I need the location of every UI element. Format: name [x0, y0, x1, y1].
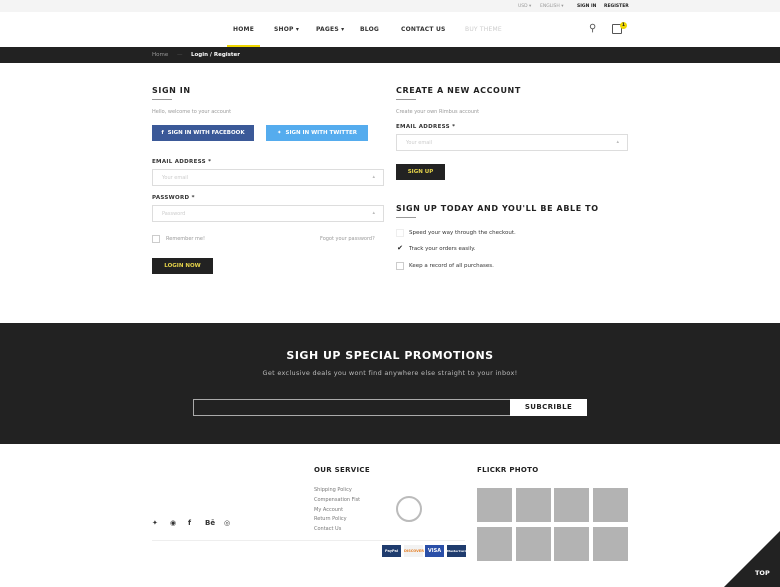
benefit-item: Speed your way through the checkout.	[409, 230, 516, 236]
search-icon[interactable]: ⚲	[589, 23, 596, 34]
pinterest-icon[interactable]: ◉	[170, 519, 176, 527]
sign-up-button[interactable]: SIGN UP	[396, 164, 445, 180]
promo-title: SIGH UP SPECIAL PROMOTIONS	[286, 349, 494, 362]
breadcrumb-home[interactable]: Home	[152, 52, 168, 58]
twitter-icon: ✦	[277, 130, 282, 136]
flickr-thumbnail[interactable]	[593, 527, 628, 561]
clock-icon	[396, 496, 422, 522]
footer-divider	[152, 540, 465, 541]
discover-icon: DISCOVER	[404, 545, 424, 557]
footer-link[interactable]: My Account	[314, 507, 343, 513]
flickr-thumbnail[interactable]	[554, 488, 589, 522]
sign-in-link[interactable]: SIGN IN	[577, 4, 596, 9]
create-email-input[interactable]: Your email	[396, 134, 628, 151]
dribbble-icon[interactable]: ◎	[224, 519, 230, 527]
facebook-icon[interactable]: f	[188, 519, 191, 527]
mastercard-icon: MasterCard	[447, 545, 467, 557]
flickr-thumbnail[interactable]	[516, 488, 551, 522]
footer-link[interactable]: Shipping Policy	[314, 487, 352, 493]
visa-icon: VISA	[425, 545, 444, 557]
create-account-subtitle: Create your own Rimbus account	[396, 109, 480, 115]
signin-password-input[interactable]: Password	[152, 205, 384, 222]
our-service-title: OUR SERVICE	[314, 466, 370, 474]
nav-pages[interactable]: PAGES ▾	[316, 26, 344, 33]
footer-link[interactable]: Compensation Fist	[314, 497, 360, 503]
language-select[interactable]: ENGLISH ▾	[540, 4, 563, 9]
flickr-title: FLICKR PHOTO	[477, 466, 539, 474]
sign-in-title: SIGN IN	[152, 86, 191, 100]
signin-email-input[interactable]: Your email	[152, 169, 384, 186]
paypal-icon: PayPal	[382, 545, 401, 557]
flickr-thumbnail[interactable]	[477, 527, 512, 561]
twitter-signin-button[interactable]: ✦ SIGN IN WITH TWITTER	[266, 125, 368, 141]
register-link[interactable]: REGISTER	[604, 4, 629, 9]
nav-shop[interactable]: SHOP ▾	[274, 26, 299, 33]
facebook-icon: f	[161, 130, 164, 136]
facebook-signin-button[interactable]: f SIGN IN WITH FACEBOOK	[152, 125, 254, 141]
flickr-thumbnail[interactable]	[554, 527, 589, 561]
newsletter-email-input[interactable]	[193, 399, 511, 416]
create-account-title: CREATE A NEW ACCOUNT	[396, 86, 521, 100]
benefits-title: SIGN UP TODAY AND YOU'LL BE ABLE TO	[396, 204, 599, 218]
sign-in-subtitle: Hello, welcome to your account	[152, 109, 232, 115]
nav-blog[interactable]: BLOG	[360, 26, 379, 33]
benefit-checkbox	[396, 229, 404, 237]
benefit-checkbox	[396, 262, 404, 270]
breadcrumb: Home — Login / Register	[0, 47, 780, 63]
create-email-label: EMAIL ADDRESS *	[396, 124, 456, 130]
nav-buy-theme[interactable]: BUY THEME	[465, 26, 502, 33]
promotions-band: SIGH UP SPECIAL PROMOTIONS Get exclusive…	[0, 323, 780, 444]
forgot-password-link[interactable]: Fogot your password?	[320, 236, 375, 242]
back-to-top-label[interactable]: TOP	[755, 569, 770, 577]
back-to-top-button[interactable]	[724, 531, 780, 587]
benefit-item: Track your orders easily.	[409, 246, 476, 252]
flickr-thumbnail[interactable]	[516, 527, 551, 561]
footer-link[interactable]: Contact Us	[314, 526, 341, 532]
promo-subtitle: Get exclusive deals you wont find anywhe…	[262, 369, 518, 377]
top-bar: USD ▾ ENGLISH ▾ SIGN IN REGISTER	[0, 0, 780, 12]
twitter-icon[interactable]: ✦	[152, 519, 158, 527]
twitter-label: SIGN IN WITH TWITTER	[285, 130, 357, 136]
main-nav: HOME SHOP ▾ PAGES ▾ BLOG CONTACT US BUY …	[0, 12, 780, 47]
behance-icon[interactable]: Bē	[205, 519, 215, 527]
check-icon: ✔	[396, 244, 404, 253]
flickr-thumbnail[interactable]	[477, 488, 512, 522]
footer-link[interactable]: Return Policy	[314, 516, 347, 522]
email-label: EMAIL ADDRESS *	[152, 159, 212, 165]
flickr-thumbnail[interactable]	[593, 488, 628, 522]
facebook-label: SIGN IN WITH FACEBOOK	[167, 130, 245, 136]
benefit-item: Keep a record of all purchases.	[409, 263, 494, 269]
remember-checkbox[interactable]	[152, 235, 160, 243]
remember-label: Remember me!	[166, 236, 205, 242]
password-label: PASSWORD *	[152, 195, 195, 201]
nav-home[interactable]: HOME	[227, 26, 260, 47]
breadcrumb-separator: —	[177, 52, 183, 58]
cart-count-badge: 1	[620, 22, 627, 29]
login-button[interactable]: LOGIN NOW	[152, 258, 213, 274]
currency-select[interactable]: USD ▾	[518, 4, 531, 9]
subscribe-button[interactable]: SUBCRIBLE	[510, 399, 587, 416]
breadcrumb-current: Login / Register	[191, 52, 240, 58]
nav-contact[interactable]: CONTACT US	[401, 26, 446, 33]
